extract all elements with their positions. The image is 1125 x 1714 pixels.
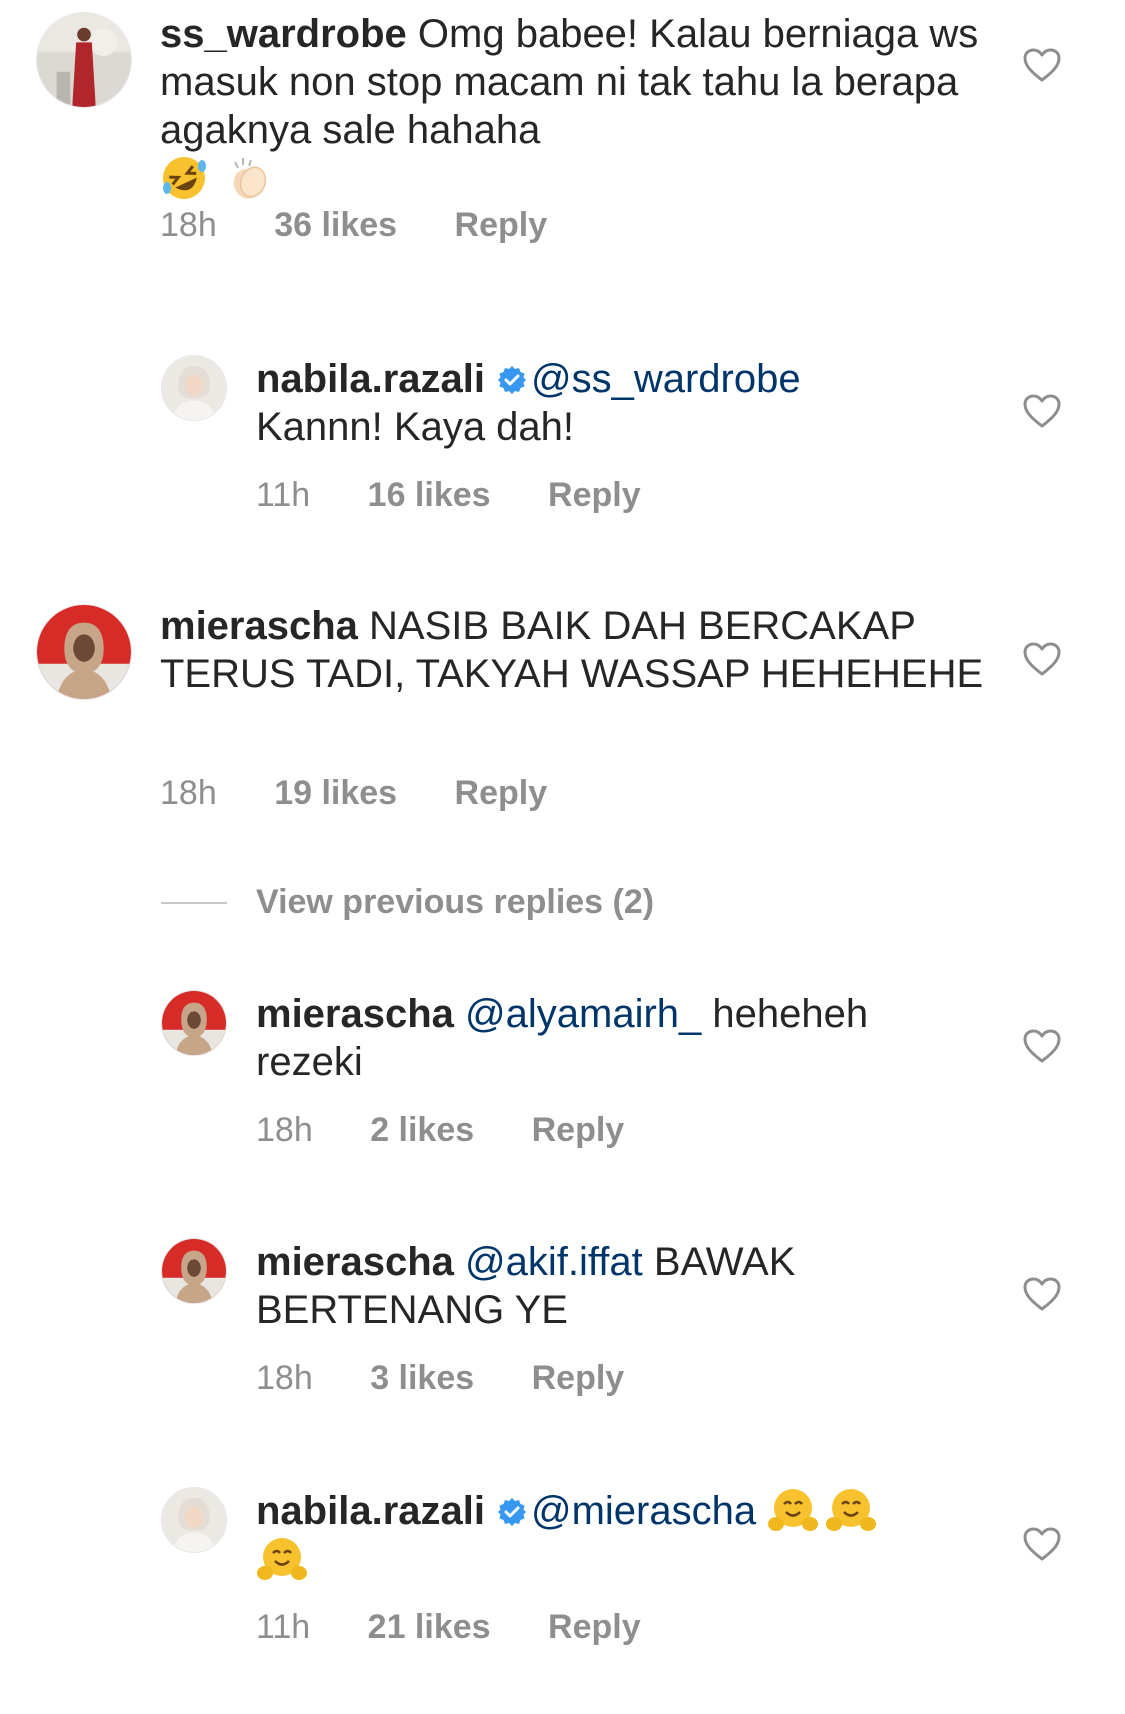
view-previous-replies-label[interactable]: View previous replies (2) <box>256 880 654 924</box>
comment-username[interactable]: ss_wardrobe <box>160 12 407 56</box>
hugging-face-emoji <box>825 1486 877 1534</box>
hugging-face-emoji <box>256 1535 308 1583</box>
comment-time: 18h <box>256 1359 313 1397</box>
comment-username[interactable]: mierascha <box>256 992 454 1036</box>
comment-username[interactable]: mierascha <box>160 604 358 648</box>
likes-count[interactable]: 3 likes <box>370 1359 474 1397</box>
heart-icon[interactable] <box>1022 47 1062 83</box>
likes-count[interactable]: 16 likes <box>368 476 491 514</box>
heart-icon[interactable] <box>1022 393 1062 429</box>
mention-link[interactable]: @mierascha <box>531 1489 756 1533</box>
avatar[interactable] <box>161 355 227 421</box>
comment-username[interactable]: mierascha <box>256 1240 454 1284</box>
heart-icon[interactable] <box>1022 1526 1062 1562</box>
heart-icon[interactable] <box>1022 1028 1062 1064</box>
reply-button[interactable]: Reply <box>548 476 641 514</box>
comment-time: 18h <box>256 1111 313 1149</box>
mention-link[interactable]: @akif.iffat <box>465 1240 643 1284</box>
likes-count[interactable]: 19 likes <box>274 774 397 812</box>
avatar[interactable] <box>36 12 132 108</box>
hugging-face-emoji <box>767 1486 819 1534</box>
mention-link[interactable]: @alyamairh_ <box>465 992 701 1036</box>
avatar[interactable] <box>161 990 227 1056</box>
comment-username[interactable]: nabila.razali <box>256 357 485 401</box>
likes-count[interactable]: 36 likes <box>274 206 397 244</box>
reply-button[interactable]: Reply <box>532 1111 625 1149</box>
reply-button[interactable]: Reply <box>548 1608 641 1646</box>
heart-icon[interactable] <box>1022 641 1062 677</box>
verified-badge-icon <box>497 1497 527 1527</box>
clapping-hands-emoji <box>225 154 273 202</box>
comments-screen: ss_wardrobe Omg babee! Kalau berniaga ws… <box>0 0 1125 1714</box>
avatar[interactable] <box>36 604 132 700</box>
mention-link[interactable]: @ss_wardrobe <box>531 357 801 401</box>
verified-badge-icon <box>497 365 527 395</box>
comment-time: 18h <box>160 774 217 812</box>
avatar[interactable] <box>161 1487 227 1553</box>
divider <box>161 902 227 904</box>
rolling-laughing-emoji <box>160 154 208 202</box>
reply-button[interactable]: Reply <box>455 206 548 244</box>
comment-time: 18h <box>160 206 217 244</box>
reply-button[interactable]: Reply <box>532 1359 625 1397</box>
avatar[interactable] <box>161 1238 227 1304</box>
heart-icon[interactable] <box>1022 1276 1062 1312</box>
likes-count[interactable]: 2 likes <box>370 1111 474 1149</box>
comment-time: 11h <box>256 476 311 514</box>
comment-text: Kannn! Kaya dah! <box>256 405 575 449</box>
comment-username[interactable]: nabila.razali <box>256 1489 485 1533</box>
likes-count[interactable]: 21 likes <box>368 1608 491 1646</box>
reply-button[interactable]: Reply <box>455 774 548 812</box>
comment-time: 11h <box>256 1608 311 1646</box>
